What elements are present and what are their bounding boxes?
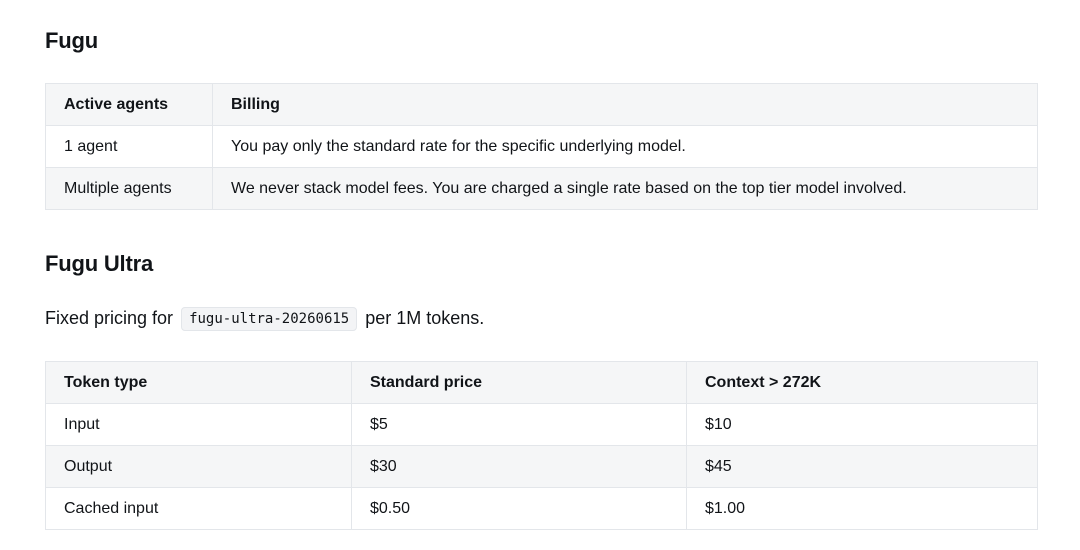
intro-prefix: Fixed pricing for xyxy=(45,308,174,328)
table-row: Multiple agents We never stack model fee… xyxy=(45,167,1038,210)
table-cell: $10 xyxy=(686,403,1038,446)
table-cell: $5 xyxy=(351,403,687,446)
table-cell: $0.50 xyxy=(351,487,687,530)
model-id-code: fugu-ultra-20260615 xyxy=(181,307,358,331)
table-header-row: Active agents Billing xyxy=(45,83,1038,126)
column-header-standard-price: Standard price xyxy=(351,361,687,404)
fugu-billing-table: Active agents Billing 1 agent You pay on… xyxy=(45,83,1038,210)
fugu-ultra-heading: Fugu Ultra xyxy=(45,251,153,276)
table-row: Input $5 $10 xyxy=(45,403,1038,446)
column-header-billing: Billing xyxy=(212,83,1038,126)
column-header-active-agents: Active agents xyxy=(45,83,213,126)
table-cell: Multiple agents xyxy=(45,167,213,210)
table-cell: $1.00 xyxy=(686,487,1038,530)
fugu-ultra-intro: Fixed pricing for fugu-ultra-20260615 pe… xyxy=(45,304,484,334)
column-header-context-272k: Context > 272K xyxy=(686,361,1038,404)
intro-suffix: per 1M tokens. xyxy=(365,308,485,328)
table-cell: We never stack model fees. You are charg… xyxy=(212,167,1038,210)
table-cell: You pay only the standard rate for the s… xyxy=(212,125,1038,168)
table-cell: Output xyxy=(45,445,352,488)
table-row: Cached input $0.50 $1.00 xyxy=(45,487,1038,530)
table-row: Output $30 $45 xyxy=(45,445,1038,488)
fugu-ultra-pricing-table: Token type Standard price Context > 272K… xyxy=(45,361,1038,530)
table-cell: Cached input xyxy=(45,487,352,530)
table-cell: 1 agent xyxy=(45,125,213,168)
table-header-row: Token type Standard price Context > 272K xyxy=(45,361,1038,404)
table-cell: Input xyxy=(45,403,352,446)
column-header-token-type: Token type xyxy=(45,361,352,404)
table-cell: $45 xyxy=(686,445,1038,488)
table-row: 1 agent You pay only the standard rate f… xyxy=(45,125,1038,168)
table-cell: $30 xyxy=(351,445,687,488)
fugu-heading: Fugu xyxy=(45,28,98,53)
